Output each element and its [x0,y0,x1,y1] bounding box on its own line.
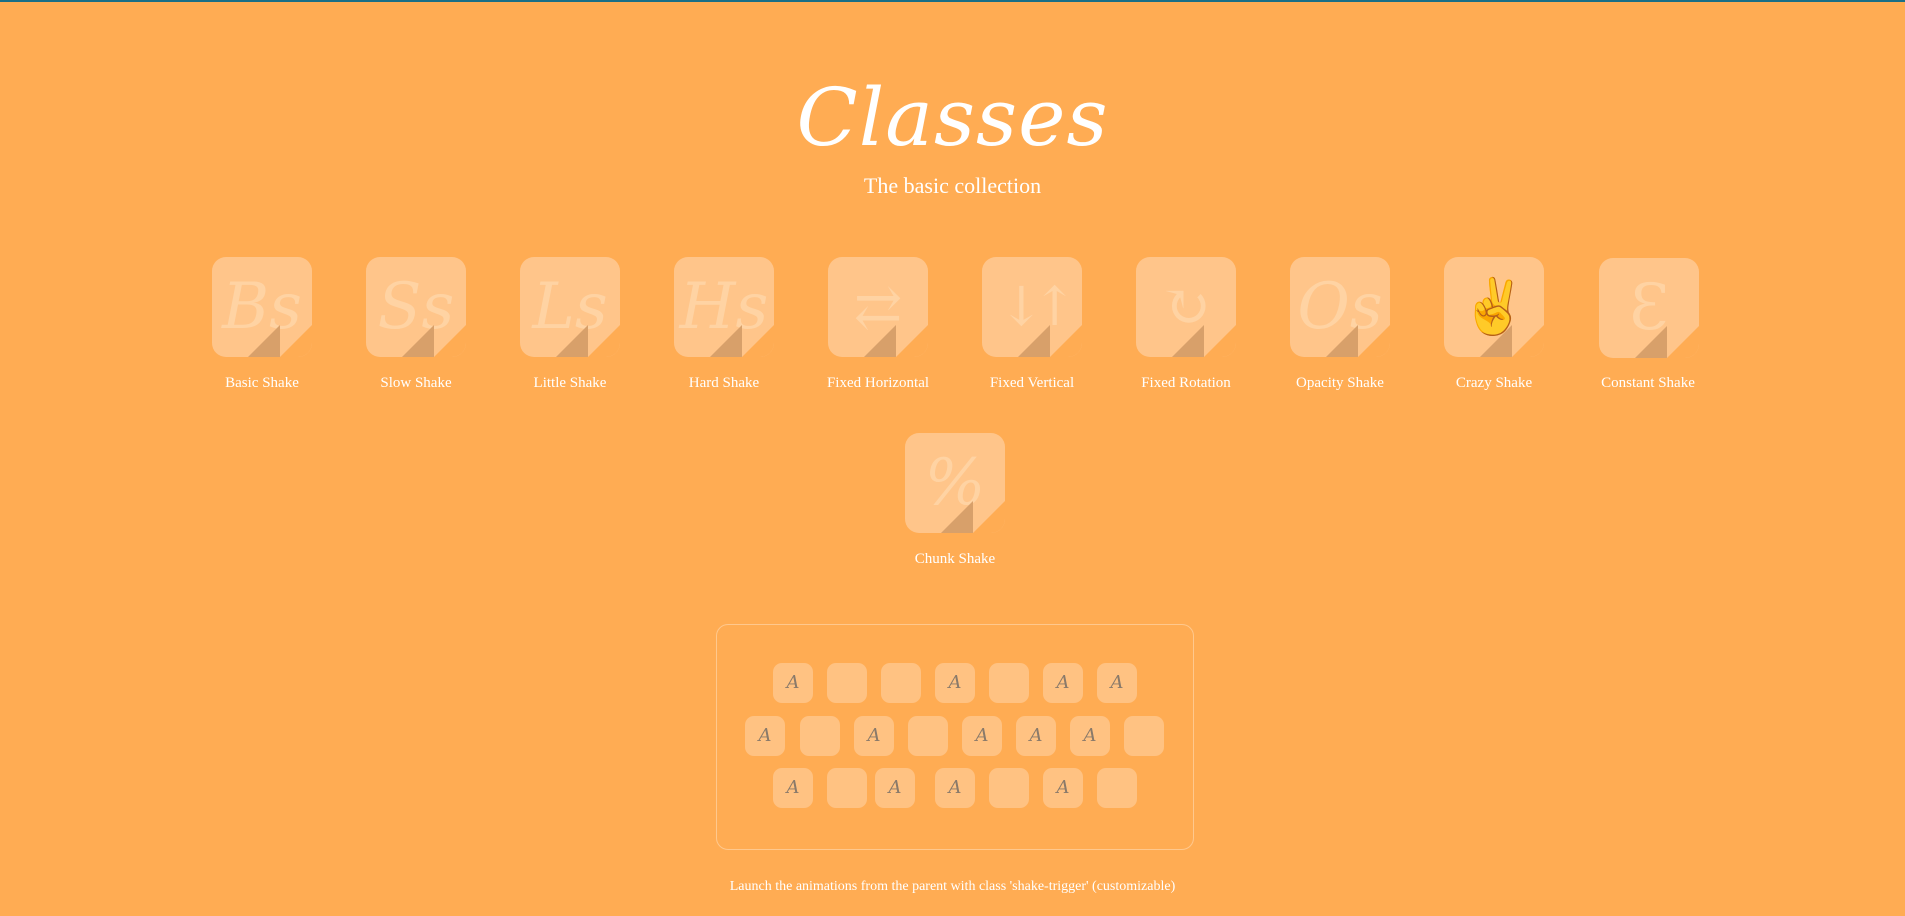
keyboard-key[interactable] [881,663,921,703]
curl-shadow [864,325,896,357]
keyboard-key[interactable] [908,716,948,756]
keyboard-key[interactable] [800,716,840,756]
tile-label-opacity-shake: Opacity Shake [1296,375,1384,391]
tile-label-hard-shake: Hard Shake [688,375,760,391]
keyboard-key[interactable]: A [875,768,915,808]
keyboard-key[interactable] [827,768,867,808]
keyboard-key[interactable]: A [1043,663,1083,703]
page-curl [1667,326,1699,358]
keyboard-key[interactable] [1097,768,1137,808]
keyboard-key[interactable]: A [1016,716,1056,756]
curl-shadow [1326,325,1358,357]
tile-label-chunk-shake: Chunk Shake [914,551,996,567]
keyboard-key[interactable] [1124,716,1164,756]
tile-fixed-vertical[interactable]: ↓↑ [982,257,1082,357]
curl-shadow [941,501,973,533]
keyboard-key[interactable]: A [962,716,1002,756]
tile-label-crazy-shake: Crazy Shake [1455,375,1533,391]
keyboard-key[interactable]: A [773,663,813,703]
curl-shadow [402,325,434,357]
tile-fixed-rotation[interactable]: ↻ [1136,257,1236,357]
tile-label-fixed-rotation: Fixed Rotation [1141,375,1231,391]
tile-chunk-shake[interactable]: % [905,433,1005,533]
shake-trigger-panel[interactable] [716,624,1194,850]
keyboard-key[interactable]: A [854,716,894,756]
tile-constant-shake[interactable]: Ɛ [1599,258,1699,358]
keyboard-key[interactable] [827,663,867,703]
page-curl [280,325,312,357]
tile-little-shake[interactable]: Ls [520,257,620,357]
page-curl [1358,325,1390,357]
tile-label-slow-shake: Slow Shake [380,375,452,391]
tile-label-fixed-horizontal: Fixed Horizontal [826,375,930,391]
tile-crazy-shake[interactable]: ✌ [1444,257,1544,357]
keyboard-key[interactable] [989,663,1029,703]
keyboard-key[interactable] [989,768,1029,808]
page-curl [973,501,1005,533]
tile-label-basic-shake: Basic Shake [225,375,299,391]
tile-label-constant-shake: Constant Shake [1601,375,1695,391]
curl-shadow [1635,326,1667,358]
page-curl [896,325,928,357]
page-curl [588,325,620,357]
page-curl [434,325,466,357]
tile-basic-shake[interactable]: Bs [212,257,312,357]
curl-shadow [1018,325,1050,357]
keyboard-key[interactable]: A [745,716,785,756]
tile-slow-shake[interactable]: Ss [366,257,466,357]
top-border-line [0,0,1905,2]
curl-shadow [556,325,588,357]
page-curl [1512,325,1544,357]
keyboard-key[interactable]: A [1070,716,1110,756]
page-curl [742,325,774,357]
page-curl [1050,325,1082,357]
tile-hard-shake[interactable]: Hs [674,257,774,357]
curl-shadow [1172,325,1204,357]
keyboard-key[interactable]: A [935,663,975,703]
tile-fixed-horizontal[interactable]: ⇄ [828,257,928,357]
keyboard-key[interactable]: A [773,768,813,808]
curl-shadow [710,325,742,357]
page-title: Classes [796,71,1109,164]
keyboard-key[interactable]: A [1097,663,1137,703]
footer-instructions: Launch the animations from the parent wi… [729,879,1176,894]
curl-shadow [248,325,280,357]
keyboard-key[interactable]: A [935,768,975,808]
tile-label-fixed-vertical: Fixed Vertical [989,375,1075,391]
curl-shadow [1480,325,1512,357]
tile-label-little-shake: Little Shake [533,375,607,391]
page-curl [1204,325,1236,357]
keyboard-key[interactable]: A [1043,768,1083,808]
tile-opacity-shake[interactable]: Os [1290,257,1390,357]
page-subtitle: The basic collection [863,173,1042,198]
